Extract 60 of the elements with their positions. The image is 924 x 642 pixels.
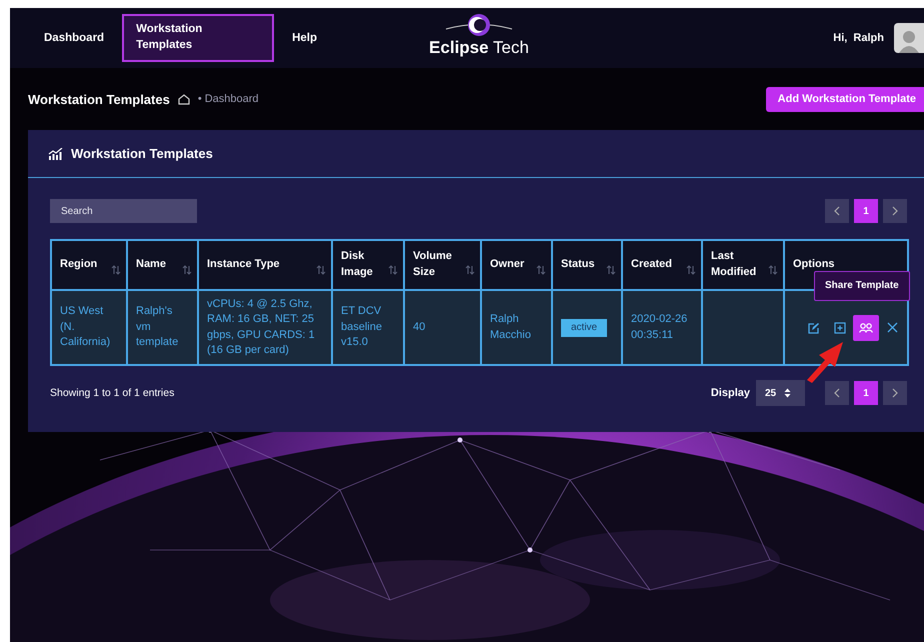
table-cell: vCPUs: 4 @ 2.5 Ghz, RAM: 16 GB, NET: 25 gbps, GPU CARDS: 1 (16 GB per card): [198, 290, 332, 365]
table-cell: ET DCV baseline v15.0: [332, 290, 404, 365]
table-cell: 40: [404, 290, 481, 365]
chevron-right-icon: [892, 206, 898, 216]
table-cell: 2020-02-26 00:35:11: [622, 290, 702, 365]
next-page-button[interactable]: [883, 199, 907, 223]
chevron-left-icon: [834, 388, 840, 398]
eclipse-logo-icon: [444, 12, 514, 38]
share-button[interactable]: [853, 314, 879, 340]
previous-page-button[interactable]: [825, 381, 849, 405]
tooltip: Share Template: [814, 270, 910, 300]
table-cell: Ralph's vm template: [127, 290, 198, 365]
column-header[interactable]: Created: [622, 240, 702, 290]
page-button[interactable]: 1: [854, 199, 878, 223]
add-template-button[interactable]: Add Workstation Template: [766, 86, 924, 112]
user-greeting: Hi, Ralph: [833, 32, 884, 44]
column-header[interactable]: Status: [552, 240, 622, 290]
page-size-select[interactable]: 25: [756, 380, 805, 406]
plus-square-icon: [834, 322, 846, 334]
sort-icon[interactable]: [388, 265, 398, 275]
chevron-right-icon: [892, 388, 898, 398]
column-header[interactable]: Last Modified: [702, 240, 784, 290]
edit-icon: [808, 322, 820, 334]
sort-icon[interactable]: [606, 265, 616, 275]
nav-tab[interactable]: Dashboard: [26, 14, 122, 62]
avatar-icon[interactable]: [894, 23, 924, 53]
column-header[interactable]: Volume Size: [404, 240, 481, 290]
chart-icon: [48, 148, 63, 160]
column-header[interactable]: Name: [127, 240, 198, 290]
nav-tab[interactable]: Workstation Templates: [122, 14, 274, 62]
entries-summary: Showing 1 to 1 of 1 entries: [50, 387, 174, 399]
status-badge: active: [561, 318, 608, 336]
sort-caret-icon: [784, 388, 792, 398]
next-page-button[interactable]: [883, 381, 907, 405]
brand-name: Eclipse Tech: [429, 38, 529, 58]
table-cell: US West (N. California): [51, 290, 127, 365]
search-field[interactable]: Search: [50, 199, 197, 223]
sort-icon[interactable]: [182, 265, 192, 275]
nav-tab[interactable]: Help: [274, 14, 335, 62]
breadcrumb-link[interactable]: • Dashboard: [198, 93, 259, 105]
close-icon: [886, 322, 898, 333]
table-cell: Ralph Macchio: [481, 290, 552, 365]
page-button[interactable]: 1: [854, 381, 878, 405]
column-header[interactable]: Owner: [481, 240, 552, 290]
page-title: Workstation Templates: [28, 92, 170, 106]
home-icon[interactable]: [178, 94, 190, 104]
column-header[interactable]: Instance Type: [198, 240, 332, 290]
sort-icon[interactable]: [768, 265, 778, 275]
sort-icon[interactable]: [686, 265, 696, 275]
sort-icon[interactable]: [316, 265, 326, 275]
users-icon: [859, 322, 873, 332]
previous-page-button[interactable]: [825, 199, 849, 223]
column-header[interactable]: Disk Image: [332, 240, 404, 290]
panel-title: Workstation Templates: [71, 146, 213, 161]
chevron-left-icon: [834, 206, 840, 216]
column-header[interactable]: Region: [51, 240, 127, 290]
sort-icon[interactable]: [111, 265, 121, 275]
display-label: Display: [710, 387, 750, 399]
sort-icon[interactable]: [536, 265, 546, 275]
sort-icon[interactable]: [465, 265, 475, 275]
